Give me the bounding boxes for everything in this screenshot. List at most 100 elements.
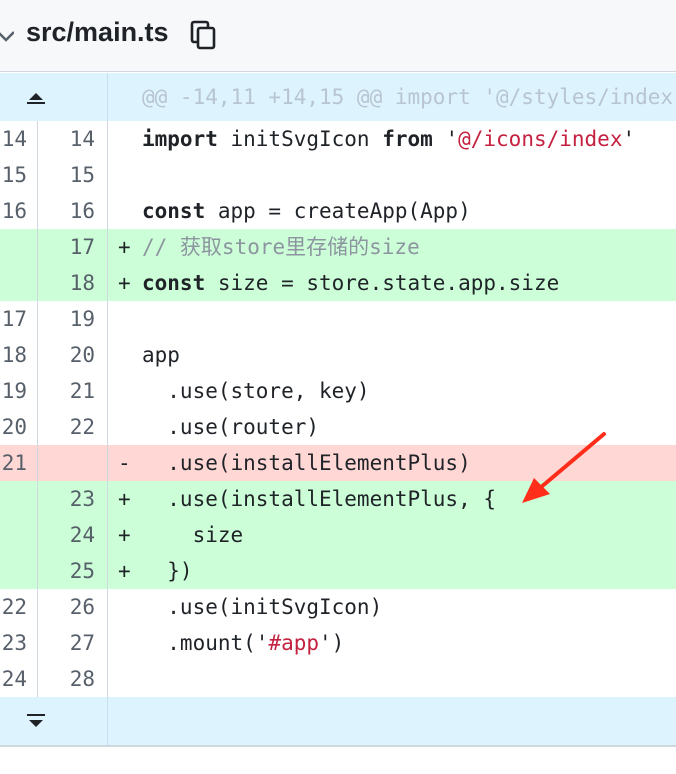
old-line-number[interactable]: 21 (0, 445, 38, 481)
code-content: .use(initSvgIcon) (142, 589, 382, 625)
code-token: // 获取store里存储的size (142, 235, 420, 259)
diff-marker: + (118, 235, 131, 259)
code-content: .use(installElementPlus, { (142, 481, 496, 517)
expand-bottom-row (0, 697, 676, 745)
diff-line-del: 21 - .use(installElementPlus) (0, 445, 676, 481)
code-token: .use(router) (142, 415, 320, 439)
old-line-number[interactable] (0, 553, 38, 589)
diff-marker: + (118, 559, 131, 583)
diff-lines: 14 14 import initSvgIcon from '@/icons/ind… (0, 121, 676, 697)
old-line-number[interactable]: 15 (0, 157, 38, 193)
old-line-number[interactable] (0, 229, 38, 265)
diff-line-context: 15 15 (0, 157, 676, 193)
diff-line-context: 17 19 (0, 301, 676, 337)
diff-line-add: 17 + // 获取store里存储的size (0, 229, 676, 265)
code-token: const (142, 271, 206, 295)
code-token: .use(store, key) (142, 379, 370, 403)
new-line-number[interactable]: 20 (38, 337, 108, 373)
expand-up-icon (27, 93, 45, 104)
code-token: .use(initSvgIcon) (142, 595, 383, 619)
code-cell: const app = createApp(App) (108, 193, 676, 229)
chevron-down-icon[interactable] (0, 24, 14, 48)
hunk-header-row: @@ -14,11 +14,15 @@ import '@/styles/ind… (0, 73, 676, 121)
new-line-number[interactable]: 25 (38, 553, 108, 589)
new-line-number[interactable]: 16 (38, 193, 108, 229)
new-line-number[interactable]: 14 (38, 121, 108, 157)
old-line-number[interactable] (0, 481, 38, 517)
code-token: size = store.state.app.size (205, 271, 560, 295)
code-content: app (142, 337, 180, 373)
new-line-number[interactable]: 27 (38, 625, 108, 661)
new-line-number[interactable]: 15 (38, 157, 108, 193)
new-line-number[interactable]: 18 (38, 265, 108, 301)
new-line-number[interactable] (38, 445, 108, 481)
diff-line-context: 16 16 const app = createApp(App) (0, 193, 676, 229)
old-line-number[interactable] (0, 265, 38, 301)
code-cell: import initSvgIcon from '@/icons/index' (108, 121, 676, 157)
diff-marker: - (118, 451, 131, 475)
new-line-number[interactable]: 19 (38, 301, 108, 337)
old-line-number[interactable]: 17 (0, 301, 38, 337)
code-cell: + const size = store.state.app.size (108, 265, 676, 301)
new-line-number[interactable]: 17 (38, 229, 108, 265)
code-token: from (382, 127, 433, 151)
file-path[interactable]: src/main.ts (26, 14, 169, 50)
new-line-number[interactable]: 28 (38, 661, 108, 697)
code-cell (108, 301, 676, 337)
diff-line-context: 22 26 .use(initSvgIcon) (0, 589, 676, 625)
code-token: initSvgIcon (217, 127, 383, 151)
expand-down-icon (27, 714, 45, 727)
old-line-number[interactable]: 19 (0, 373, 38, 409)
old-line-number[interactable]: 23 (0, 625, 38, 661)
diff-line-context: 18 20 app (0, 337, 676, 373)
code-token: @/icons/index (458, 127, 623, 151)
new-line-number[interactable]: 21 (38, 373, 108, 409)
old-line-number[interactable]: 14 (0, 121, 38, 157)
code-token: const (142, 199, 206, 223)
code-token: #app (268, 631, 320, 655)
code-content: }) (142, 553, 192, 589)
diff-line-context: 19 21 .use(store, key) (0, 373, 676, 409)
code-cell: + .use(installElementPlus, { (108, 481, 676, 517)
code-token: .use(installElementPlus) (142, 451, 471, 475)
new-line-number[interactable]: 23 (38, 481, 108, 517)
copy-icon[interactable] (190, 20, 216, 50)
code-cell: + // 获取store里存储的size (108, 229, 676, 265)
code-token: import (142, 127, 218, 151)
code-cell: - .use(installElementPlus) (108, 445, 676, 481)
expand-up-button[interactable] (0, 73, 108, 121)
old-line-number[interactable]: 18 (0, 337, 38, 373)
code-content: import initSvgIcon from '@/icons/index' (142, 121, 635, 157)
code-content: const size = store.state.app.size (142, 265, 559, 301)
expand-down-button[interactable] (0, 697, 108, 745)
code-cell (108, 661, 676, 697)
diff-line-context: 24 28 (0, 661, 676, 697)
diff-line-add: 18 + const size = store.state.app.size (0, 265, 676, 301)
code-cell: .use(store, key) (108, 373, 676, 409)
diff-line-add: 23 + .use(installElementPlus, { (0, 481, 676, 517)
new-line-number[interactable]: 24 (38, 517, 108, 553)
diff-line-context: 23 27 .mount('#app') (0, 625, 676, 661)
code-token: app = createApp(App) (205, 199, 471, 223)
new-line-number[interactable]: 26 (38, 589, 108, 625)
old-line-number[interactable] (0, 517, 38, 553)
code-content: // 获取store里存储的size (142, 229, 420, 265)
code-cell: + size (108, 517, 676, 553)
code-cell (108, 157, 676, 193)
code-token: app (142, 343, 180, 367)
new-line-number[interactable]: 22 (38, 409, 108, 445)
diff-line-add: 24 + size (0, 517, 676, 553)
code-cell: app (108, 337, 676, 373)
code-cell: + }) (108, 553, 676, 589)
old-line-number[interactable]: 20 (0, 409, 38, 445)
hunk-header: @@ -14,11 +14,15 @@ import '@/styles/ind… (108, 73, 676, 121)
code-content: .use(installElementPlus) (142, 445, 471, 481)
old-line-number[interactable]: 24 (0, 661, 38, 697)
code-cell: .use(initSvgIcon) (108, 589, 676, 625)
old-line-number[interactable]: 22 (0, 589, 38, 625)
code-token: .use(installElementPlus, { (142, 487, 497, 511)
old-line-number[interactable]: 16 (0, 193, 38, 229)
diff-marker: + (118, 271, 131, 295)
expand-bottom-cell (108, 697, 676, 745)
code-content: .use(store, key) (142, 373, 370, 409)
